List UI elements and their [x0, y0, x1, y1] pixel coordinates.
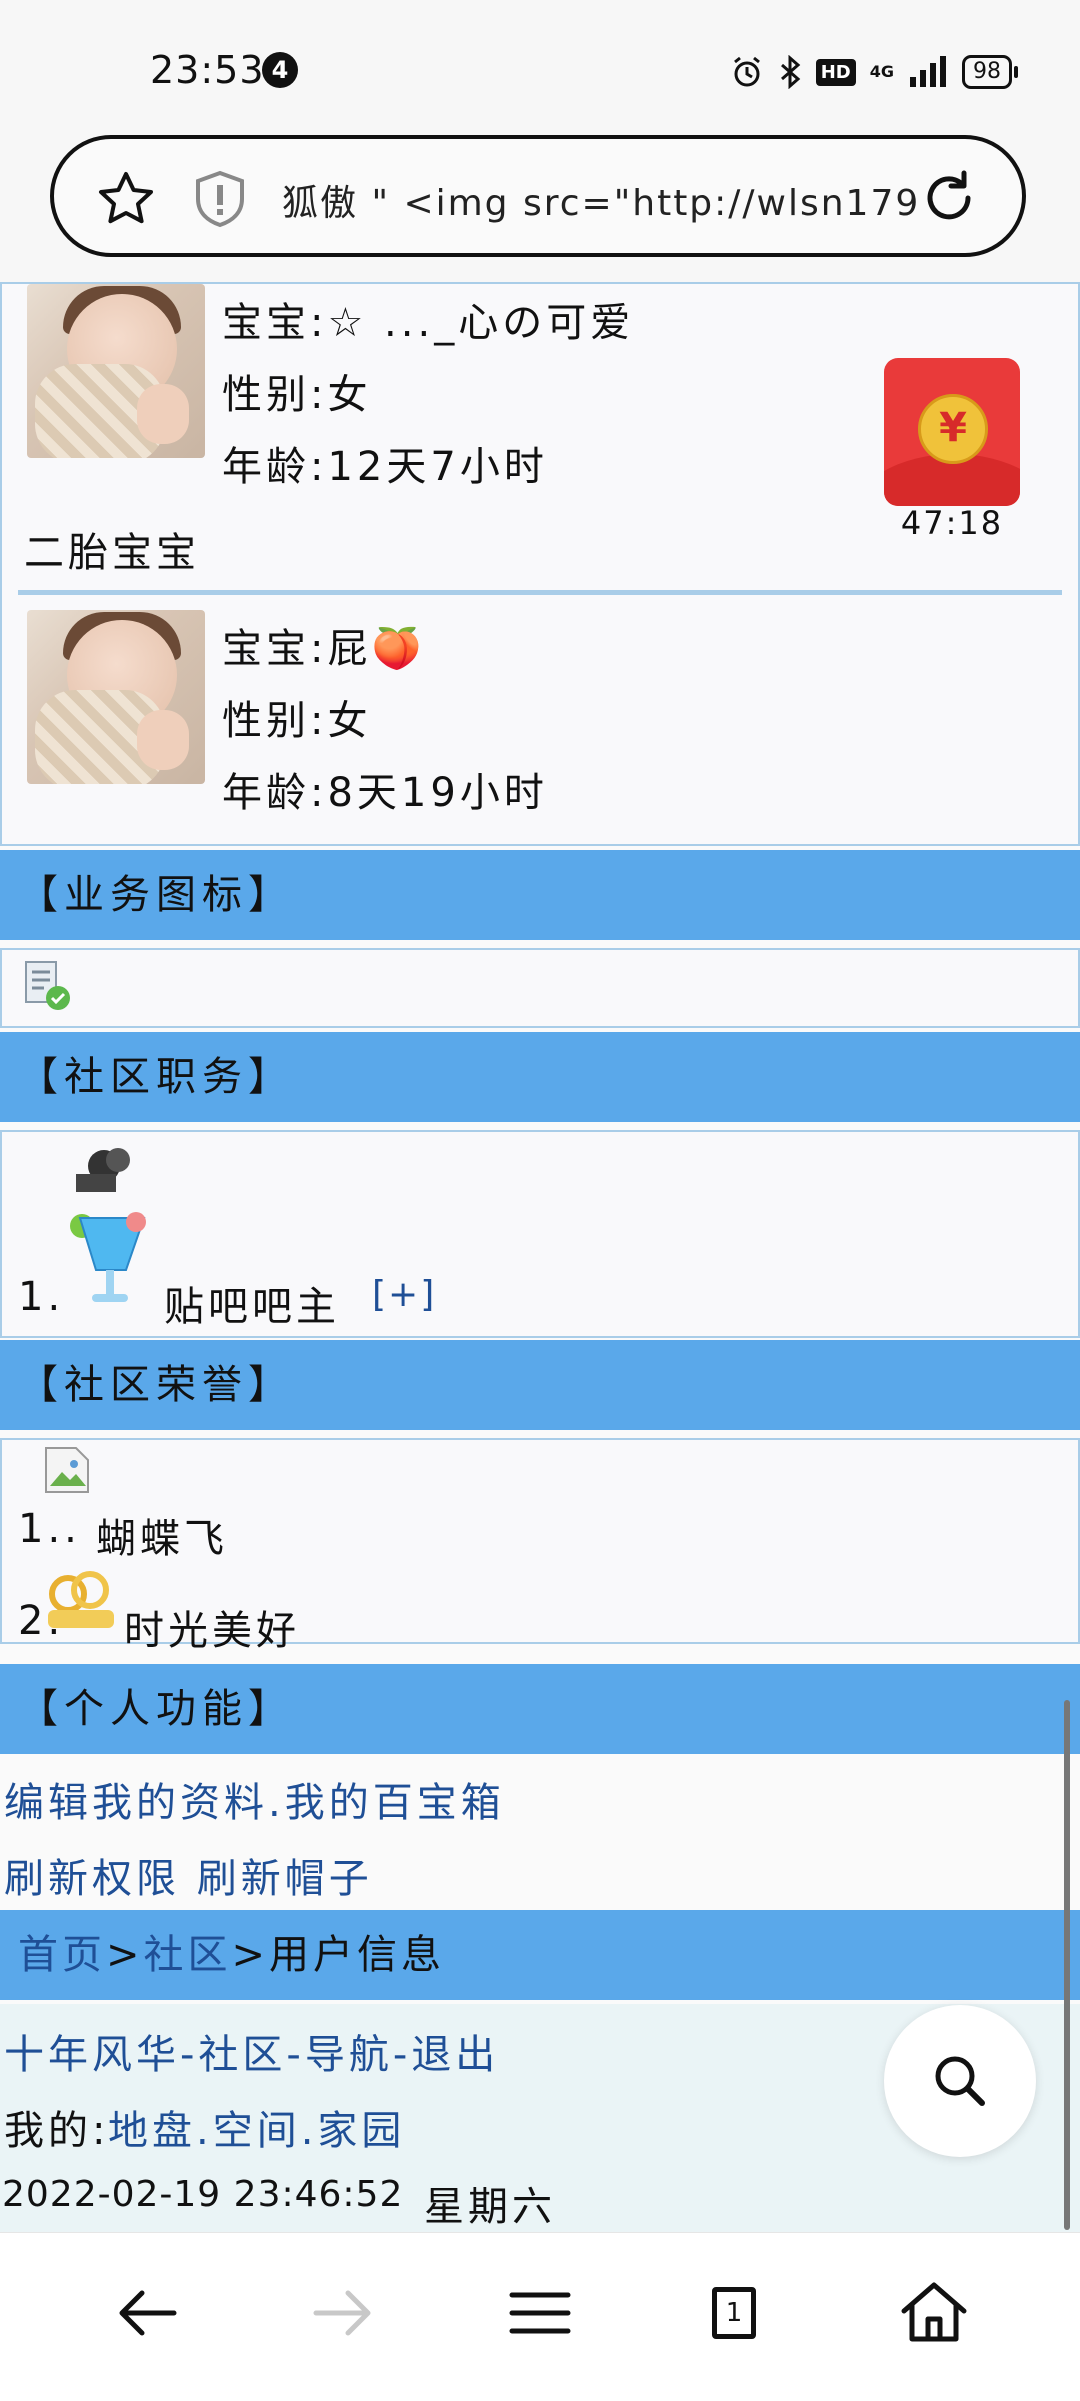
baby-caption: 二胎宝宝: [24, 530, 200, 576]
baby-age: 年龄:8天19小时: [222, 770, 548, 816]
breadcrumb-separator: >: [106, 1932, 144, 1978]
baby-name: 宝宝:屁🍑: [222, 626, 426, 672]
bottom-navigation: 1: [0, 2232, 1080, 2401]
section-header-community-roles: 【社区职务】: [0, 1032, 1080, 1122]
status-bar: 23:53 4 HD 4G 98: [0, 0, 1080, 130]
breadcrumb-community[interactable]: 社区: [144, 1932, 232, 1978]
tabs-icon: 1: [712, 2287, 756, 2339]
honor-title: 时光美好: [124, 1608, 300, 1654]
tabs-button[interactable]: 1: [696, 2273, 776, 2353]
tab-count: 1: [725, 2298, 743, 2328]
baby-photo[interactable]: [27, 610, 205, 784]
drink-badge-icon: [70, 1148, 146, 1302]
status-time: 23:53: [150, 48, 265, 92]
scrollbar[interactable]: [1064, 1700, 1070, 2230]
footer-nav-links[interactable]: 十年风华-社区-导航-退出: [4, 2022, 499, 2080]
reload-icon[interactable]: [918, 167, 980, 229]
forward-arrow-icon[interactable]: [302, 2273, 382, 2353]
yuan-coin-icon: ¥: [918, 394, 988, 464]
broken-image-icon: [45, 1447, 89, 1493]
breadcrumb-current: 用户信息: [269, 1932, 446, 1978]
section-header-business-icons: 【业务图标】: [0, 850, 1080, 940]
address-bar[interactable]: 狐傲 " <img src="http://wlsn179 ...: [50, 135, 1026, 257]
breadcrumb-home[interactable]: 首页: [18, 1932, 106, 1978]
baby-age: 年龄:12天7小时: [222, 444, 548, 490]
personal-links-row1[interactable]: 编辑我的资料.我的百宝箱: [4, 1770, 505, 1828]
honor-index: 1..: [18, 1506, 81, 1552]
divider: [18, 590, 1062, 595]
baby-gender: 性别:女: [222, 698, 372, 744]
back-arrow-icon[interactable]: [108, 2273, 188, 2353]
role-add-link[interactable]: [+]: [372, 1274, 436, 1315]
red-packet[interactable]: ¥: [884, 358, 1020, 506]
role-title: 贴吧吧主: [164, 1284, 340, 1330]
bluetooth-icon: [780, 55, 800, 89]
web-page-content: 宝宝:☆ ..._心の可爱 性别:女 年龄:12天7小时 二胎宝宝 ¥ 47:1…: [0, 282, 1080, 2232]
menu-icon[interactable]: [500, 2273, 580, 2353]
community-roles-box: [0, 1130, 1080, 1338]
footer-datetime: 2022-02-19 23:46:52: [2, 2174, 404, 2215]
footer-mine-label: 我的:: [4, 2108, 110, 2154]
section-header-personal-functions: 【个人功能】: [0, 1664, 1080, 1754]
signal-icon: [910, 56, 946, 87]
hd-badge: HD: [815, 58, 856, 86]
red-packet-timer: 47:18: [900, 504, 1004, 542]
notification-badge: 4: [262, 52, 298, 88]
star-icon[interactable]: [96, 169, 156, 229]
footer-mine-links[interactable]: 地盘.空间.家园: [108, 2098, 405, 2156]
shield-alert-icon[interactable]: [192, 169, 248, 229]
honor-index: 2.: [18, 1598, 65, 1644]
search-button[interactable]: [884, 2005, 1036, 2157]
breadcrumb: 首页>社区>用户信息: [0, 1910, 1080, 2000]
role-index: 1.: [18, 1274, 65, 1320]
alarm-icon: [733, 56, 760, 87]
baby-gender: 性别:女: [222, 372, 372, 418]
honor-title: 蝴蝶飞: [96, 1516, 228, 1562]
status-icons: HD 4G 98: [730, 52, 1018, 92]
baby-name: 宝宝:☆ ..._心の可爱: [222, 300, 635, 346]
home-icon[interactable]: [894, 2273, 974, 2353]
footer-weekday: 星期六: [424, 2184, 556, 2230]
url-text[interactable]: 狐傲 " <img src="http://wlsn179 ...: [282, 174, 932, 226]
business-icons-box: [0, 948, 1080, 1028]
document-check-icon[interactable]: [22, 960, 74, 1012]
baby-photo[interactable]: [27, 284, 205, 458]
battery-indicator: 98: [962, 55, 1018, 89]
personal-links-row2[interactable]: 刷新权限 刷新帽子: [4, 1846, 373, 1904]
search-icon: [935, 2056, 985, 2106]
breadcrumb-separator: >: [231, 1932, 270, 1978]
section-header-community-honors: 【社区荣誉】: [0, 1340, 1080, 1430]
network-label: 4G: [869, 62, 894, 81]
